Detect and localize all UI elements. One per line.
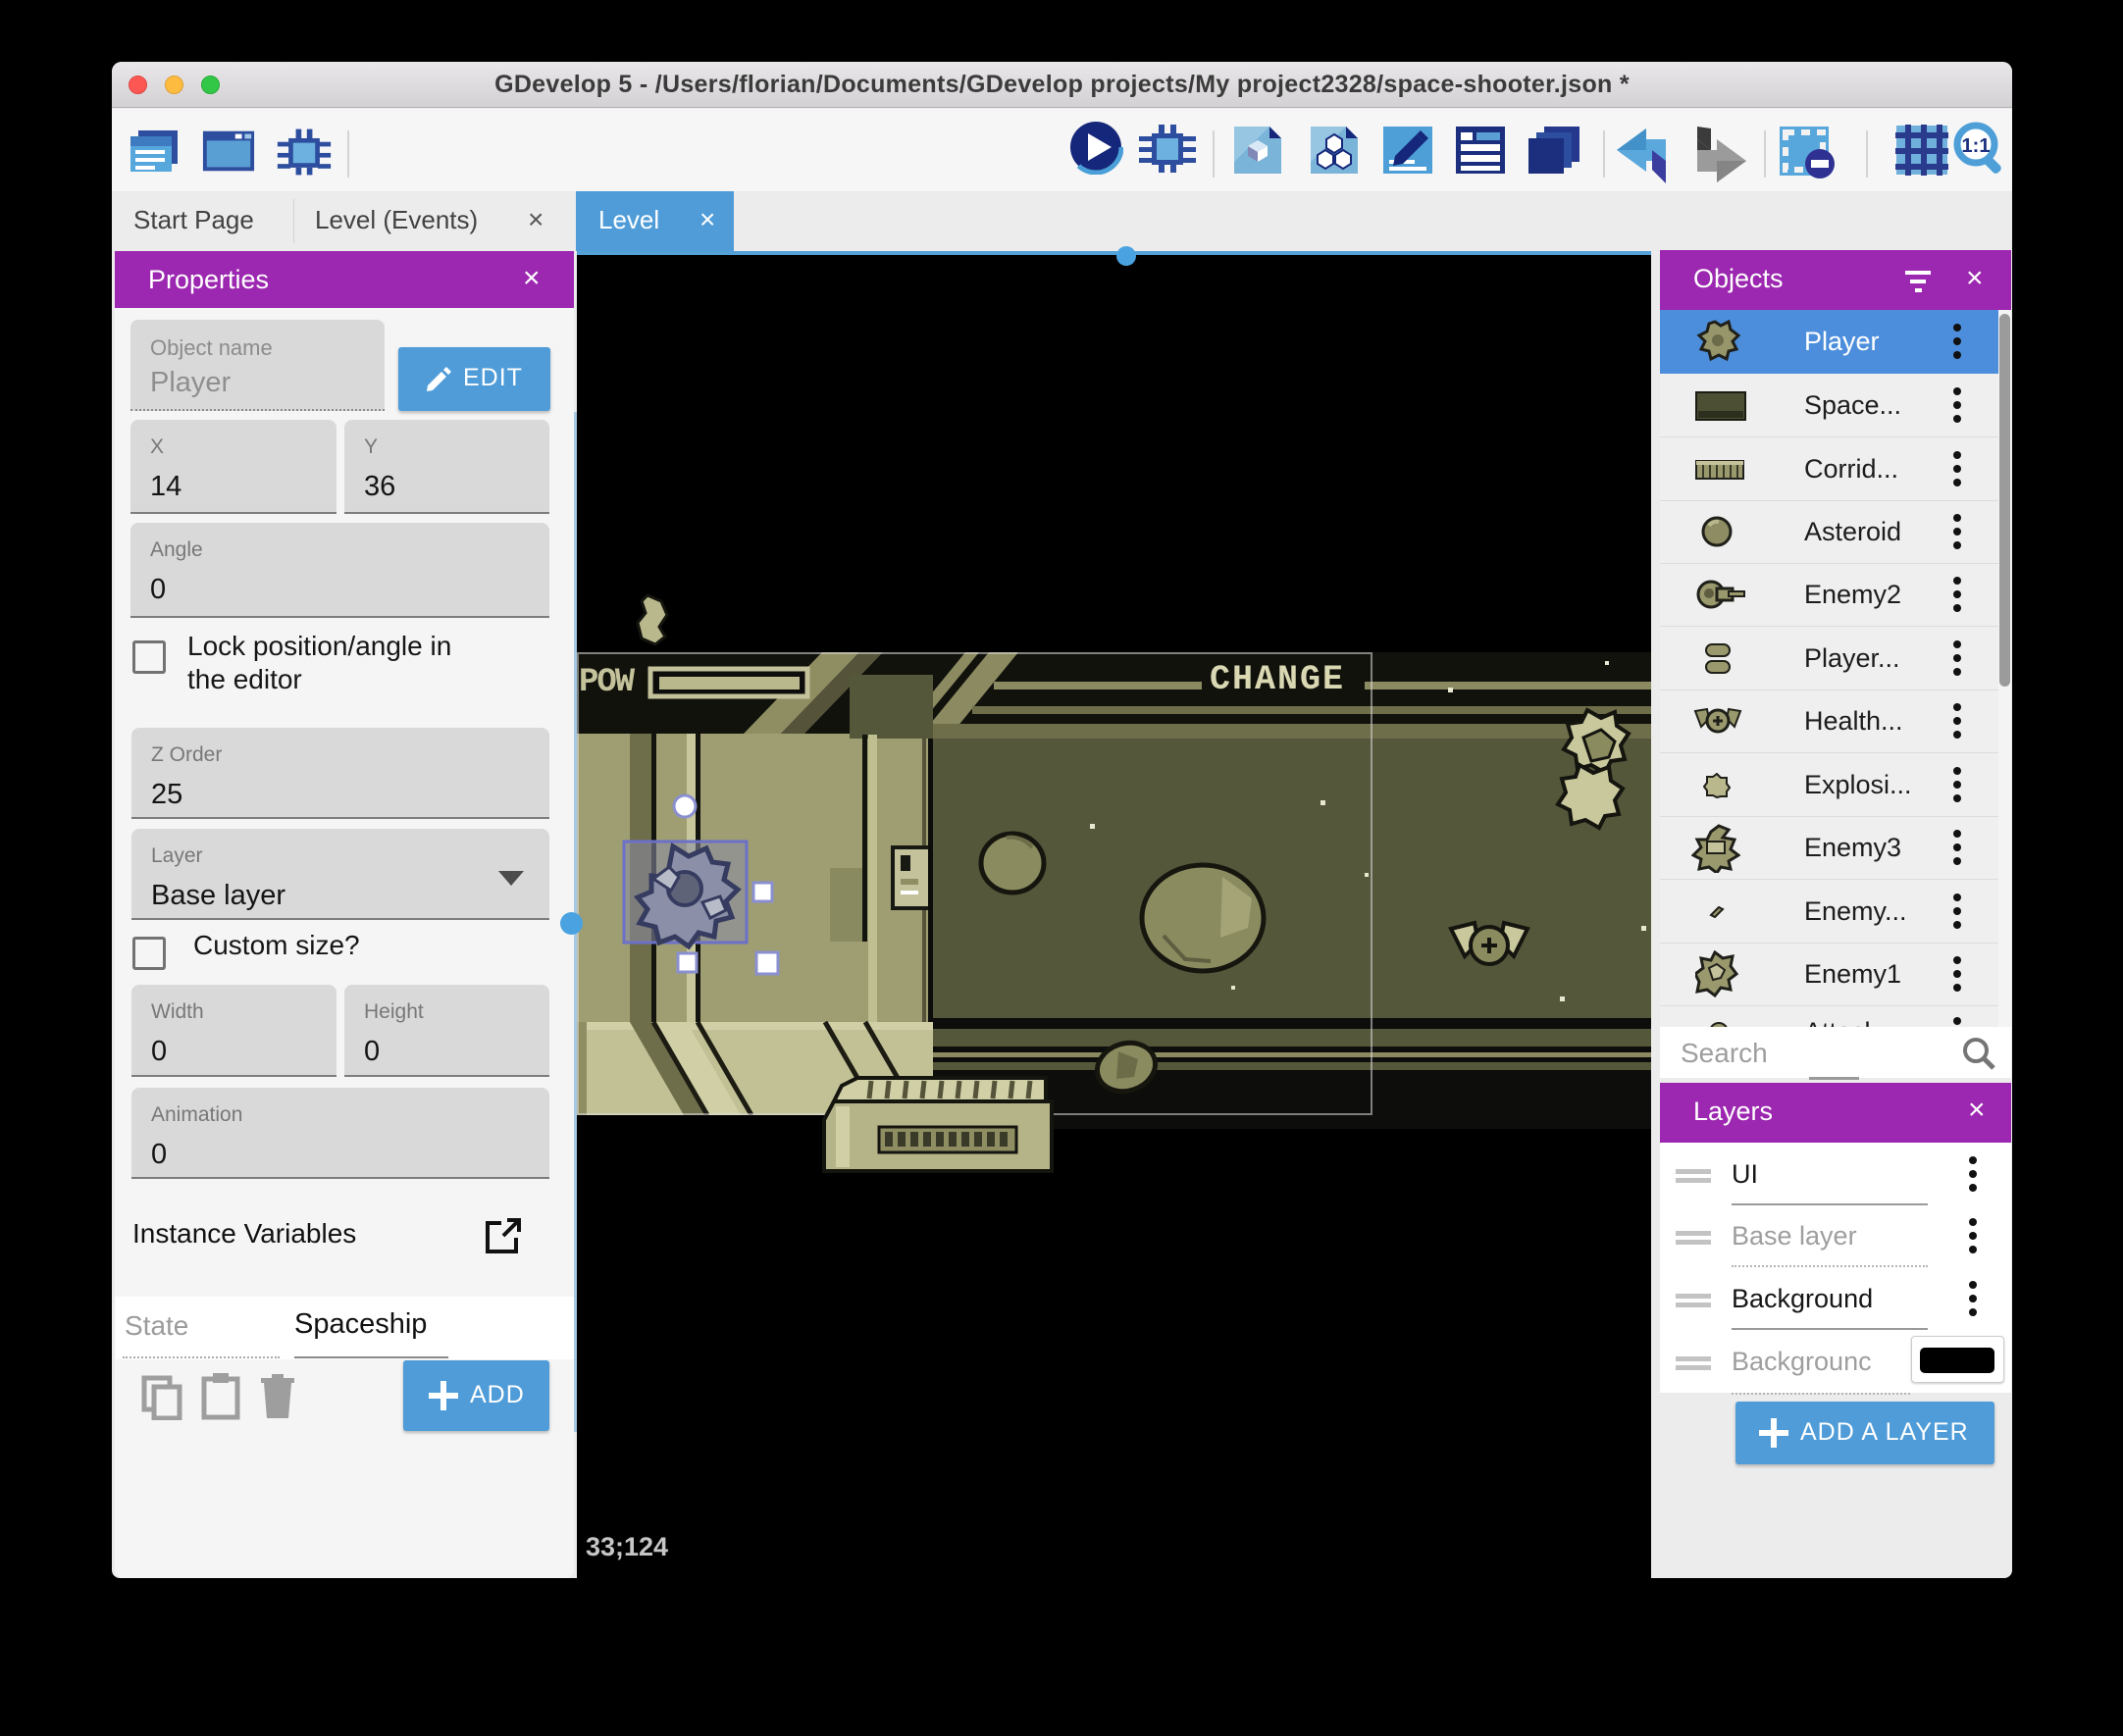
svg-text:POW: POW [579,664,636,701]
svg-text:CHANGE: CHANGE [1210,660,1345,699]
svg-text:1:1: 1:1 [1962,135,1991,157]
